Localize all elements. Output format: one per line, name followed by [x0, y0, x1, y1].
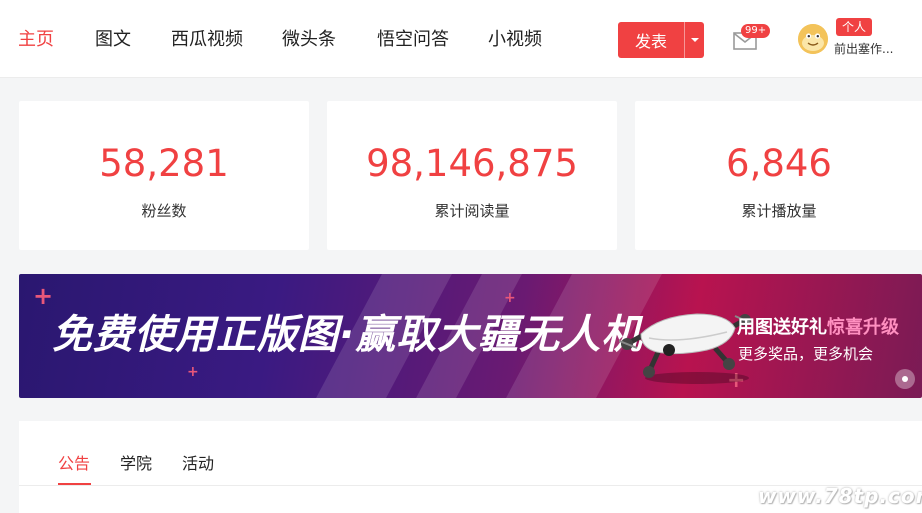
- plus-decor-icon: +: [33, 282, 54, 310]
- nav-item-wukong-qa[interactable]: 悟空问答: [377, 28, 449, 52]
- caret-down-icon: [690, 38, 699, 42]
- publish-dropdown-toggle[interactable]: [685, 37, 704, 43]
- tab-academy[interactable]: 学院: [120, 453, 152, 475]
- stat-label: 累计阅读量: [434, 202, 510, 220]
- avatar[interactable]: [798, 24, 828, 54]
- tab-activities[interactable]: 活动: [182, 453, 214, 475]
- stat-card-total-reads[interactable]: 98,146,875 累计阅读量: [327, 101, 617, 250]
- carousel-indicator[interactable]: [895, 369, 915, 389]
- publish-button[interactable]: 发表: [618, 22, 704, 58]
- stat-label: 粉丝数: [141, 202, 187, 220]
- promo-banner[interactable]: + + + + 免费使用正版图·赢取大疆无人机 用图送好礼惊喜升级 更多奖品，更…: [19, 274, 922, 398]
- plus-decor-icon: +: [504, 290, 516, 306]
- stat-card-total-plays[interactable]: 6,846 累计播放量: [635, 101, 922, 250]
- stat-card-followers[interactable]: 58,281 粉丝数: [19, 101, 309, 250]
- stat-value: 98,146,875: [366, 142, 578, 185]
- nav-item-short-video[interactable]: 小视频: [488, 28, 542, 52]
- stat-label: 累计播放量: [741, 202, 817, 220]
- drone-icon: [619, 313, 753, 384]
- nav-item-xigua-video[interactable]: 西瓜视频: [171, 28, 243, 52]
- top-nav-bar: 主页 图文 西瓜视频 微头条 悟空问答 小视频 发表 99+ 个人 前出塞作..…: [0, 0, 922, 78]
- banner-side-line1-prefix: 用图送好礼: [737, 317, 827, 338]
- banner-side-line1-highlight: 惊喜升级: [827, 317, 899, 338]
- avatar-face-icon: [798, 24, 828, 54]
- banner-side-line2: 更多奖品，更多机会: [738, 345, 874, 363]
- tab-announcements[interactable]: 公告: [58, 453, 90, 475]
- banner-headline: 免费使用正版图·赢取大疆无人机: [52, 312, 643, 358]
- publish-button-label: 发表: [634, 32, 667, 51]
- nav-item-micro-headlines[interactable]: 微头条: [282, 28, 336, 52]
- nav-item-home[interactable]: 主页: [18, 28, 54, 52]
- nav-item-articles[interactable]: 图文: [95, 28, 131, 52]
- plus-decor-icon: +: [187, 364, 199, 380]
- banner-side-line1: 用图送好礼惊喜升级: [737, 316, 899, 340]
- mail-count-badge: 99+: [741, 24, 771, 38]
- user-name[interactable]: 前出塞作...: [834, 41, 893, 57]
- account-type-badge: 个人: [836, 18, 873, 36]
- stat-value: 6,846: [726, 142, 832, 185]
- stat-value: 58,281: [99, 142, 229, 185]
- watermark: www.78tp.com: [758, 484, 922, 508]
